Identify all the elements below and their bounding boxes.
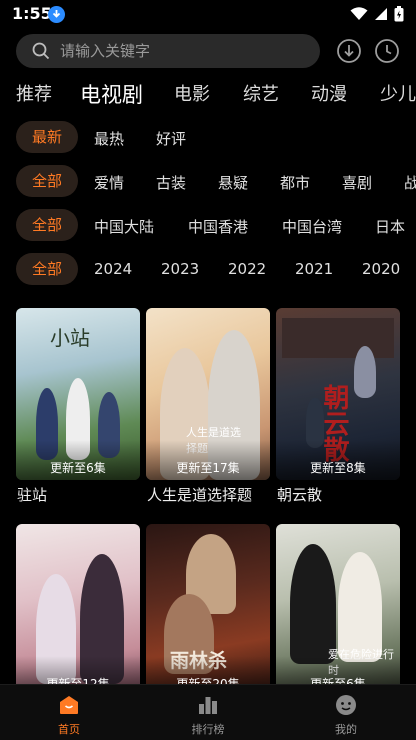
filter-year-2020[interactable]: 2020 (362, 260, 400, 278)
episode-update-badge: 更新至8集 (310, 461, 366, 475)
signal-icon (375, 8, 387, 20)
show-poster[interactable]: 人生是道选择题 更新至17集 (146, 308, 270, 480)
show-title[interactable]: 人生是道选择题 (147, 484, 252, 505)
filter-region-row: 全部 中国大陆 中国香港 中国台湾 日本 (0, 209, 416, 241)
filter-region-hongkong[interactable]: 中国香港 (188, 216, 248, 237)
show-title[interactable]: 朝云散 (277, 484, 322, 505)
show-poster[interactable]: 小站 更新至6集 (16, 308, 140, 480)
tab-ranking-label: 排行榜 (191, 723, 225, 736)
filter-year-2021[interactable]: 2021 (295, 260, 333, 278)
filter-sort-hottest[interactable]: 最热 (94, 128, 124, 149)
download-notification-icon (48, 6, 65, 23)
show-card[interactable]: 朝云散 更新至8集 朝云散 (276, 308, 400, 504)
filter-year-2023[interactable]: 2023 (161, 260, 199, 278)
filter-genre-comedy[interactable]: 喜剧 (342, 172, 372, 193)
filter-region-japan[interactable]: 日本 (375, 216, 405, 237)
filter-sort-top-rated[interactable]: 好评 (156, 128, 186, 149)
wifi-icon (350, 7, 368, 20)
filter-year-2024[interactable]: 2024 (94, 260, 132, 278)
filter-sort-latest[interactable]: 最新 (16, 121, 79, 153)
show-poster[interactable]: 朝云散 更新至8集 (276, 308, 400, 480)
filter-region-mainland[interactable]: 中国大陆 (94, 216, 154, 237)
home-icon (60, 696, 78, 714)
download-icon[interactable] (336, 38, 362, 64)
poster-title-art: 小站 (50, 326, 90, 350)
search-input[interactable] (60, 41, 310, 61)
search-row (16, 34, 400, 68)
show-poster[interactable]: 更新至12集 (16, 524, 140, 696)
category-tabs: 推荐 电视剧 电影 综艺 动漫 少儿 (0, 80, 416, 110)
filter-genre-all[interactable]: 全部 (16, 165, 79, 197)
tab-home-label: 首页 (58, 723, 80, 736)
tab-home[interactable]: 首页 (17, 691, 121, 737)
episode-update-badge: 更新至6集 (50, 461, 106, 475)
status-bar: 1:55 (0, 0, 416, 30)
tab-profile[interactable]: 我的 (294, 691, 398, 737)
tab-tv-series[interactable]: 电视剧 (80, 80, 143, 109)
filter-genre-urban[interactable]: 都市 (280, 172, 310, 193)
search-bar[interactable] (16, 34, 320, 68)
show-poster[interactable]: 爱在危险进行时 更新至6集 (276, 524, 400, 696)
filter-genre-romance[interactable]: 爱情 (94, 172, 124, 193)
tab-anime[interactable]: 动漫 (311, 80, 347, 106)
show-title[interactable]: 驻站 (17, 484, 47, 505)
tab-recommend[interactable]: 推荐 (16, 80, 52, 106)
tab-ranking[interactable]: 排行榜 (156, 691, 260, 737)
search-icon (32, 42, 50, 60)
tab-profile-label: 我的 (335, 723, 357, 736)
episode-update-badge: 更新至17集 (176, 461, 240, 475)
tab-kids[interactable]: 少儿 (380, 80, 416, 106)
filter-region-taiwan[interactable]: 中国台湾 (282, 216, 342, 237)
filter-genre-suspense[interactable]: 悬疑 (218, 172, 248, 193)
filter-region-all[interactable]: 全部 (16, 209, 79, 241)
show-card[interactable]: 小站 更新至6集 驻站 (16, 308, 140, 504)
battery-icon (394, 6, 404, 22)
profile-icon (336, 695, 356, 715)
show-card[interactable]: 更新至12集 (16, 524, 140, 696)
tab-movie[interactable]: 电影 (174, 80, 210, 106)
show-poster[interactable]: 雨林杀 更新至20集 (146, 524, 270, 696)
filter-sort-row: 最新 最热 好评 (0, 121, 416, 153)
filter-year-2022[interactable]: 2022 (228, 260, 266, 278)
filter-genre-costume[interactable]: 古装 (156, 172, 186, 193)
filter-genre-row: 全部 爱情 古装 悬疑 都市 喜剧 战 (0, 165, 416, 197)
tab-variety[interactable]: 综艺 (243, 80, 279, 106)
show-card[interactable]: 爱在危险进行时 更新至6集 (276, 524, 400, 696)
filter-year-row: 全部 2024 2023 2022 2021 2020 (0, 253, 416, 285)
bottom-tab-bar: 首页 排行榜 我的 (0, 684, 416, 740)
system-icons (350, 6, 404, 22)
show-card[interactable]: 雨林杀 更新至20集 (146, 524, 270, 696)
status-time: 1:55 (12, 4, 52, 23)
history-icon[interactable] (374, 38, 400, 64)
filter-year-all[interactable]: 全部 (16, 253, 79, 285)
filter-genre-war[interactable]: 战 (404, 172, 416, 193)
ranking-icon (199, 697, 217, 714)
show-card[interactable]: 人生是道选择题 更新至17集 人生是道选择题 (146, 308, 270, 504)
